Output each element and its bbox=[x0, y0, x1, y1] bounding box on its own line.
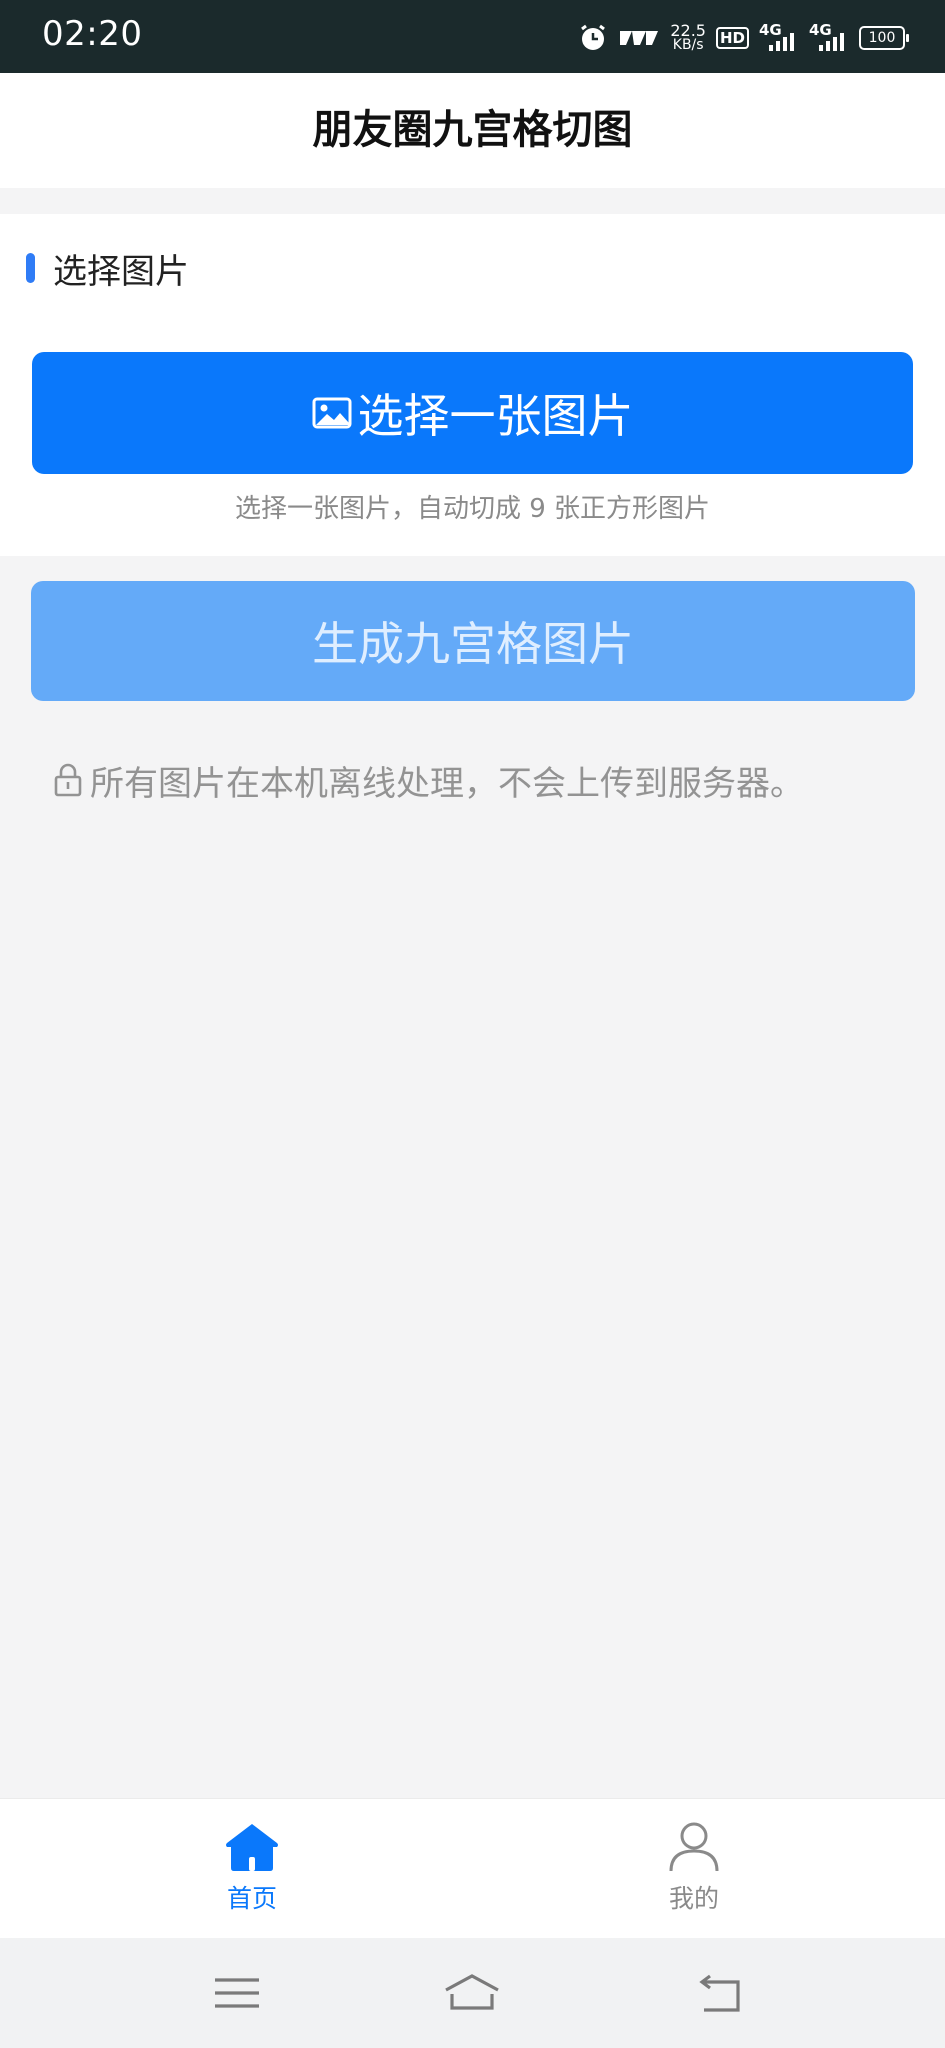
lock-icon bbox=[54, 763, 82, 797]
generate-grid-button-label: 生成九宫格图片 bbox=[312, 617, 634, 671]
tab-home-label: 首页 bbox=[226, 1884, 277, 1913]
alarm-icon bbox=[581, 24, 606, 50]
menu-icon[interactable] bbox=[207, 1968, 267, 2018]
select-image-button-label: 选择一张图片 bbox=[357, 389, 634, 443]
tab-mine-label: 我的 bbox=[668, 1884, 719, 1913]
status-time: 02:20 bbox=[42, 14, 143, 54]
home-icon bbox=[226, 1824, 278, 1871]
select-hint: 选择一张图片，自动切成 9 张正方形图片 bbox=[234, 494, 711, 524]
bottom-tab-bar: 首页 我的 bbox=[0, 1798, 945, 1939]
status-icons: 22.5 KB/s HD 4G 4G 100 bbox=[578, 18, 909, 58]
generate-grid-button[interactable]: 生成九宫格图片 bbox=[31, 581, 915, 701]
signal-icon-1: 4G bbox=[759, 21, 799, 55]
section-accent-bar bbox=[26, 253, 35, 283]
user-icon bbox=[669, 1822, 719, 1872]
privacy-note-text: 所有图片在本机离线处理，不会上传到服务器。 bbox=[90, 763, 804, 804]
app-header: 朋友圈九宫格切图 bbox=[0, 73, 945, 188]
battery-icon: 100 bbox=[859, 26, 909, 50]
image-icon bbox=[312, 397, 351, 429]
signal-icon-2: 4G bbox=[809, 21, 849, 55]
tab-home[interactable]: 首页 bbox=[152, 1799, 352, 1939]
net-speed: 22.5 KB/s bbox=[670, 23, 706, 53]
system-nav-bar bbox=[0, 1938, 945, 2048]
system-home-icon[interactable] bbox=[442, 1968, 502, 2018]
carrier-logo-icon bbox=[620, 31, 659, 45]
back-icon[interactable] bbox=[690, 1968, 750, 2018]
status-bar: 02:20 22.5 KB/s HD 4G 4G 100 bbox=[0, 0, 945, 73]
privacy-note: 所有图片在本机离线处理，不会上传到服务器。 bbox=[52, 755, 804, 805]
section-title-row: 选择图片 bbox=[26, 246, 189, 292]
section-title: 选择图片 bbox=[53, 251, 189, 292]
net-speed-unit: KB/s bbox=[672, 37, 704, 53]
net-speed-value: 22.5 bbox=[670, 21, 706, 40]
select-image-card: 选择图片 选择一张图片 选择一张图片，自动切成 9 张正方形图片 bbox=[0, 214, 945, 556]
tab-mine[interactable]: 我的 bbox=[594, 1799, 794, 1939]
page-title: 朋友圈九宫格切图 bbox=[312, 107, 633, 153]
hd-badge: HD bbox=[715, 27, 749, 49]
select-image-button[interactable]: 选择一张图片 bbox=[32, 352, 913, 474]
